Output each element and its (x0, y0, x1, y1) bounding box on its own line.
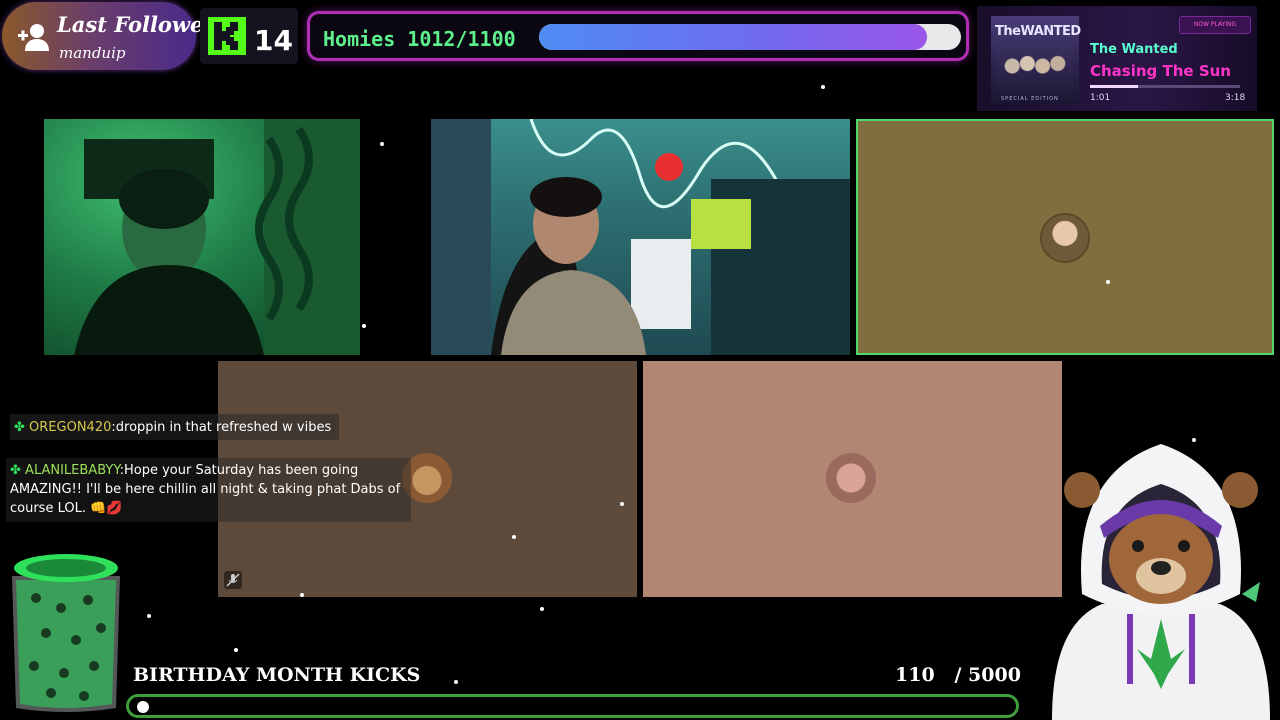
snow-particle (147, 614, 151, 618)
track-progress (1090, 85, 1240, 88)
album-brand: TheWANTED (995, 24, 1081, 39)
leaf-badge-icon: ✤ (10, 463, 21, 478)
homies-progress-track (539, 24, 961, 50)
leaf-badge-icon: ✤ (14, 420, 25, 435)
now-playing-badge: NOW PLAYING (1179, 16, 1251, 34)
homies-label: Homies 1012/1100 (323, 27, 516, 51)
add-user-icon (18, 24, 49, 51)
bear-mascot-image (1052, 444, 1270, 720)
kicks-jar-icon (12, 554, 120, 712)
last-follower-widget: Last Follower manduip (2, 2, 214, 70)
track-time-total: 3:18 (1225, 93, 1246, 103)
goal-progress-fill (137, 701, 149, 713)
snow-particle (454, 680, 458, 684)
snow-particle (540, 607, 544, 611)
webcam-streamer-2 (431, 119, 850, 355)
guest-tile-3 (643, 361, 1062, 597)
guest-3-avatar (826, 453, 876, 503)
last-follower-name: manduip (59, 44, 126, 62)
kick-count-value: 14 (254, 24, 293, 57)
snow-particle (620, 502, 624, 506)
stream-overlay: { "last_follower": { "title": "Last Foll… (0, 0, 1280, 720)
album-art-image (997, 46, 1073, 96)
homies-goal-bar: Homies 1012/1100 (307, 11, 969, 61)
last-follower-title: Last Follower (57, 12, 215, 37)
chat-message: ✤ ALANILEBABYY:Hope your Saturday has be… (6, 458, 411, 522)
chat-username: ALANILEBABYY (25, 463, 120, 478)
snow-particle (821, 85, 825, 89)
guest-1-avatar (1040, 213, 1090, 263)
kick-logo-icon (208, 17, 246, 55)
snow-particle (1192, 438, 1196, 442)
webcam-1-image (74, 119, 360, 355)
mic-muted-icon (224, 571, 242, 589)
album-cover: TheWANTED SPECIAL EDITION (991, 16, 1081, 104)
goal-progress-track (126, 694, 1019, 718)
kick-count-widget: 14 (200, 8, 298, 64)
track-time-current: 1:01 (1090, 93, 1111, 103)
snow-particle (380, 142, 384, 146)
webcam-2-image (431, 119, 850, 355)
guest-tile-1 (856, 119, 1274, 355)
snow-particle (300, 593, 304, 597)
snow-particle (512, 535, 516, 539)
album-subtitle: SPECIAL EDITION (1001, 96, 1059, 102)
homies-progress-fill (539, 24, 928, 50)
goal-title: BIRTHDAY MONTH KICKS (133, 664, 421, 686)
goal-count: 110 / 5000 (895, 664, 1021, 686)
track-title: Chasing The Sun (1090, 62, 1231, 80)
snow-particle (1106, 280, 1110, 284)
webcam-streamer-1 (44, 119, 360, 355)
snow-particle (234, 648, 238, 652)
now-playing-widget: TheWANTED SPECIAL EDITION NOW PLAYING Th… (977, 6, 1257, 111)
chat-message: ✤ OREGON420:droppin in that refreshed w … (10, 414, 340, 440)
chat-username: OREGON420 (29, 420, 112, 435)
chat-text: droppin in that refreshed w vibes (115, 420, 332, 435)
snow-particle (362, 324, 366, 328)
track-progress-fill (1090, 85, 1138, 88)
track-artist: The Wanted (1090, 42, 1178, 57)
